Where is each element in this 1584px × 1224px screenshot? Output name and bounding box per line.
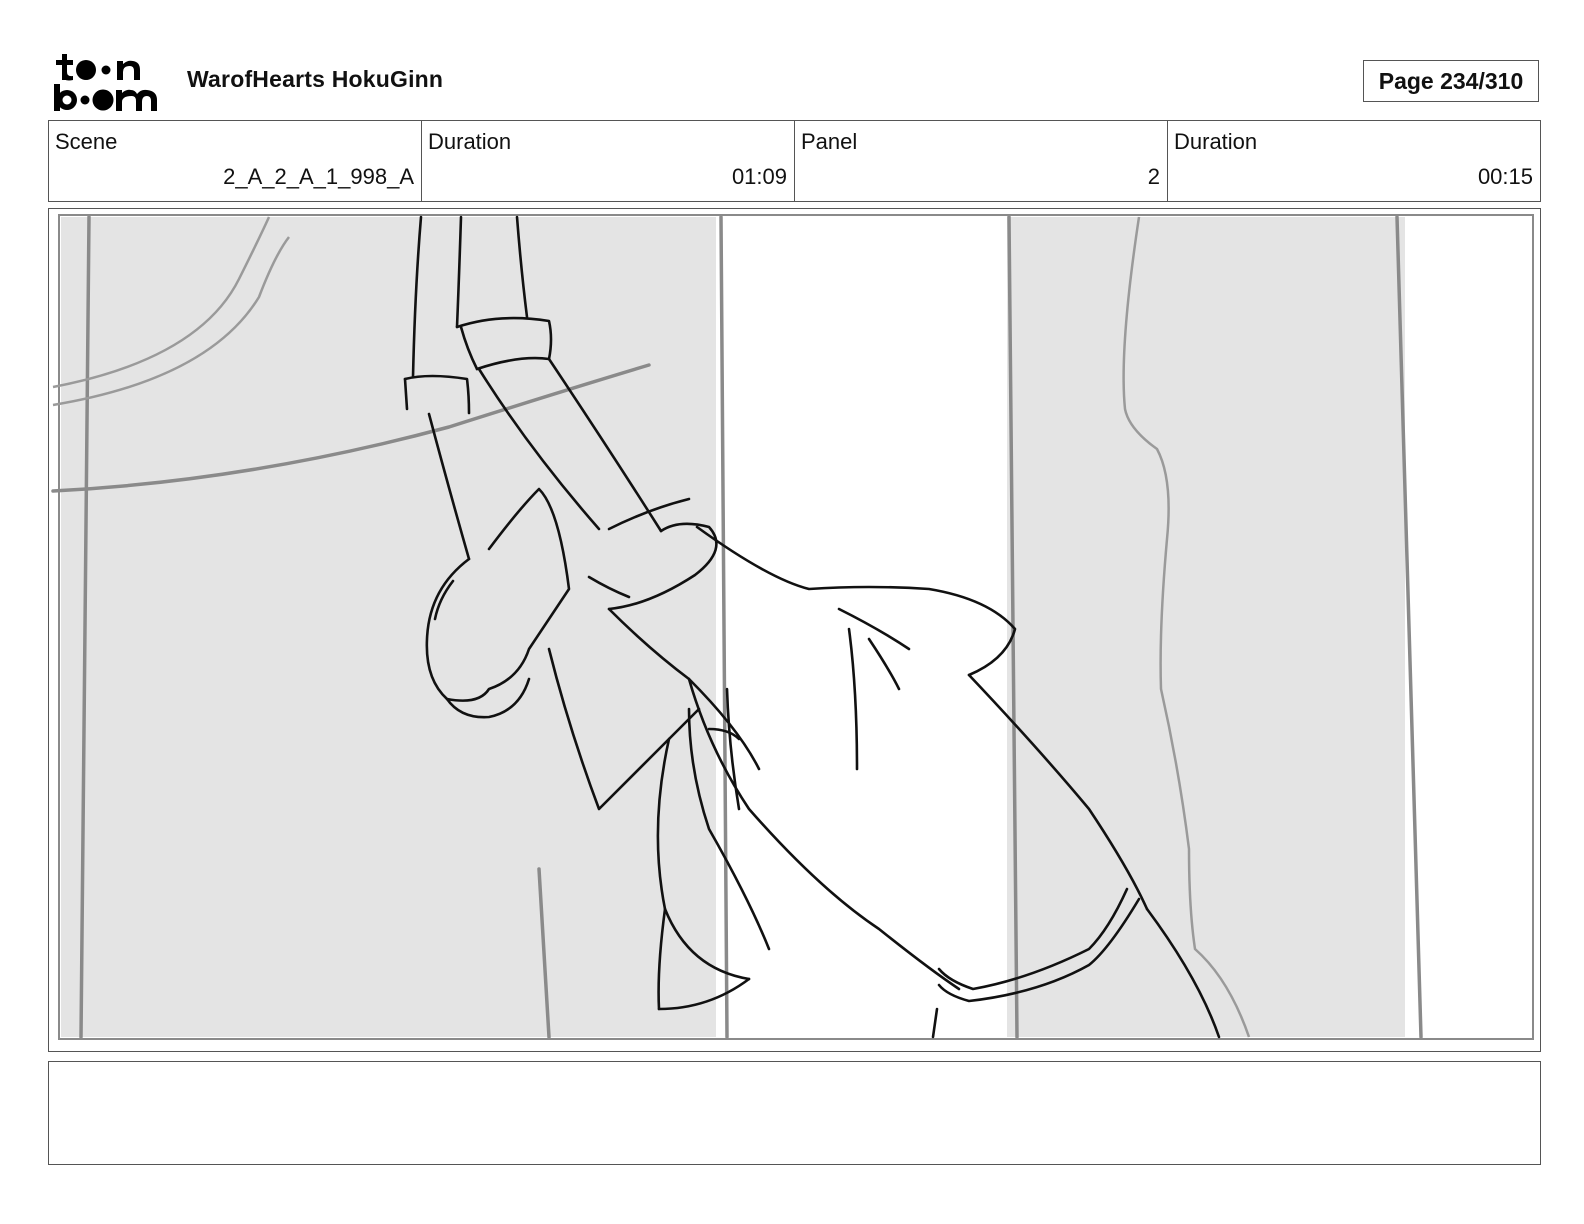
scene-value: 2_A_2_A_1_998_A (223, 164, 414, 189)
panel-duration-value: 00:15 (1477, 164, 1533, 189)
project-title: WarofHearts HokuGinn (187, 66, 444, 92)
toon-boom-logo (52, 52, 164, 112)
scene-duration-label: Duration (428, 129, 512, 154)
scene-label: Scene (55, 129, 118, 154)
panel-value: 2 (1147, 164, 1160, 189)
storyboard-panel (48, 208, 1541, 1052)
scene-duration-cell: Duration 01:09 (422, 121, 795, 201)
panel-sketch-image (51, 214, 1534, 1040)
page-indicator: Page 234/310 (1363, 60, 1539, 102)
caption-box (48, 1061, 1541, 1165)
logo-mark (54, 54, 157, 111)
panel-cell: Panel 2 (795, 121, 1168, 201)
panel-info-table: Scene 2_A_2_A_1_998_A Duration 01:09 Pan… (48, 120, 1541, 202)
panel-duration-label: Duration (1174, 129, 1258, 154)
panel-label: Panel (801, 129, 858, 154)
scene-cell: Scene 2_A_2_A_1_998_A (49, 121, 422, 201)
panel-duration-cell: Duration 00:15 (1168, 121, 1540, 201)
scene-duration-value: 01:09 (731, 164, 787, 189)
